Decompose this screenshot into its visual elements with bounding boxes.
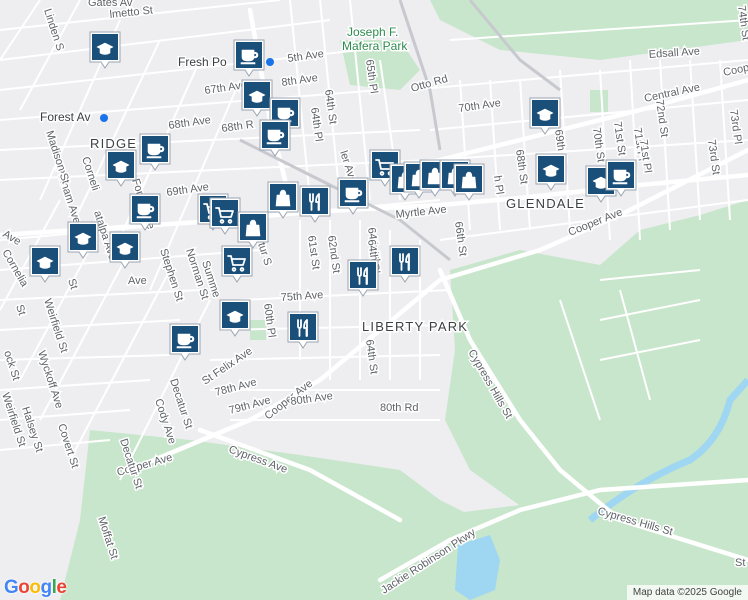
- logo-letter: e: [56, 577, 67, 598]
- map-canvas[interactable]: GLENDALE LIBERTY PARK RIDGE Joseph F. Ma…: [0, 0, 748, 600]
- neighborhood-glendale: GLENDALE: [506, 196, 585, 211]
- subway-icon-2: [100, 114, 108, 122]
- street-label: Ave: [128, 275, 147, 287]
- street-label: 80th Rd: [380, 402, 419, 414]
- street-label: St: [735, 557, 745, 569]
- logo-letter: o: [18, 577, 30, 598]
- map-attribution[interactable]: Map data ©2025 Google: [626, 585, 748, 600]
- park-label-line-2: Mafera Park: [342, 39, 408, 53]
- place-fresh-pond: Fresh Po: [178, 55, 227, 69]
- logo-letter: o: [29, 577, 41, 598]
- subway-icon-1: [266, 58, 274, 66]
- place-forest-ave: Forest Av: [40, 110, 90, 124]
- neighborhood-liberty-park: LIBERTY PARK: [362, 319, 468, 334]
- small-park-1: [590, 90, 608, 112]
- google-logo[interactable]: Google: [4, 577, 67, 599]
- neighborhood-ridgewood: RIDGE: [90, 136, 137, 151]
- park-label-line-1: Joseph F.: [347, 25, 398, 39]
- logo-letter: G: [4, 577, 19, 598]
- logo-letter: g: [40, 577, 53, 598]
